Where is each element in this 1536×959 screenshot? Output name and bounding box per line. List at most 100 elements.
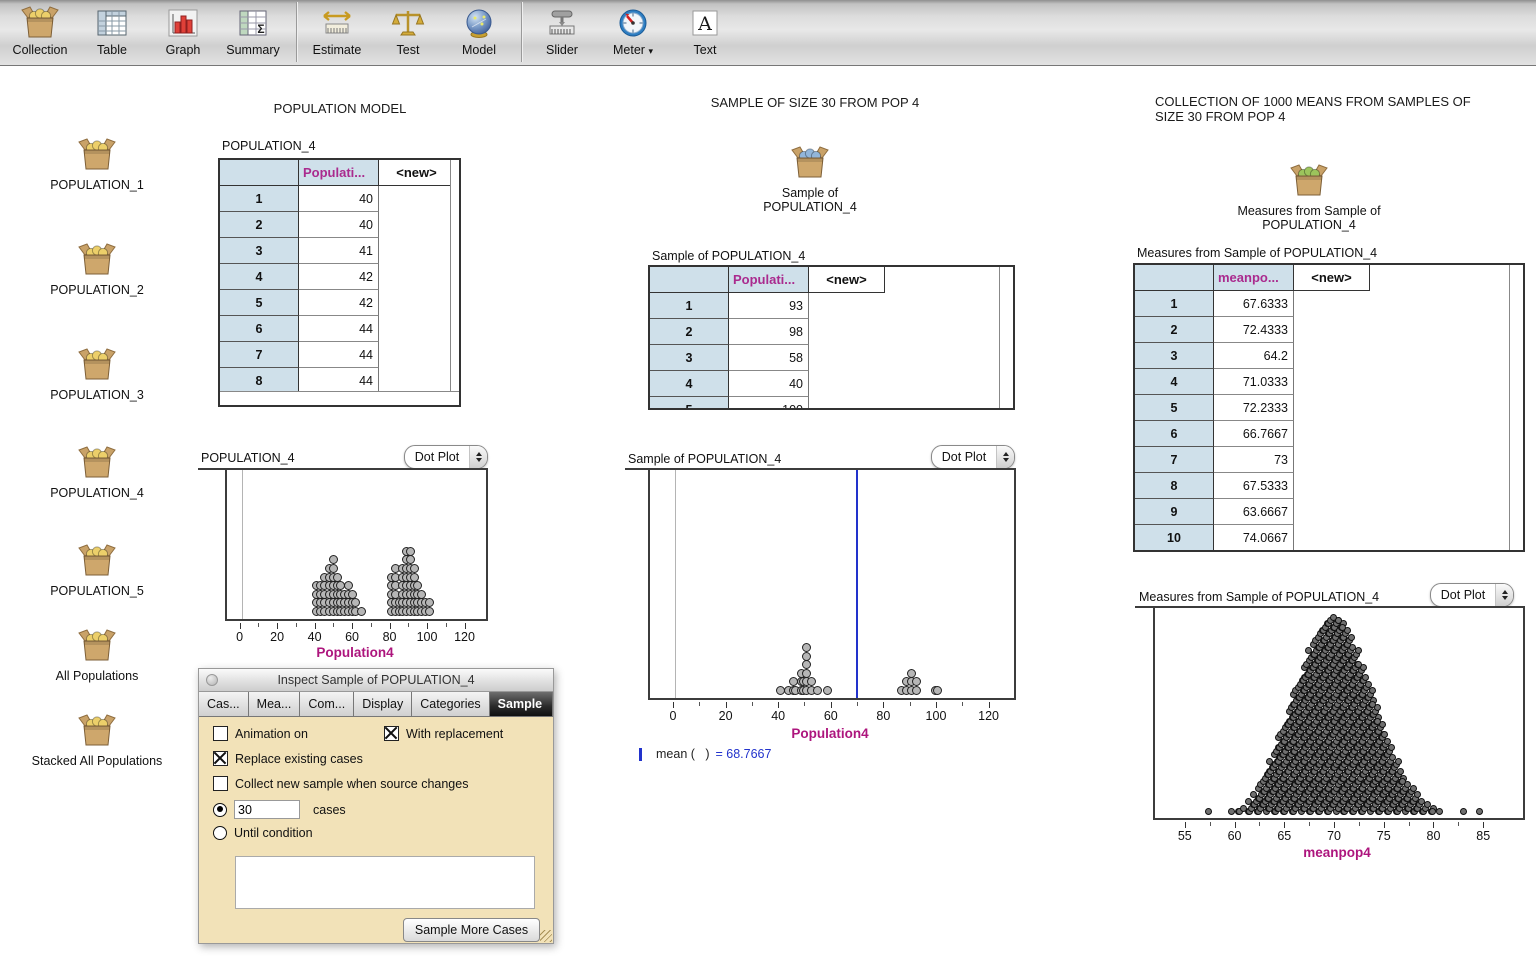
cases-count-radio[interactable] — [213, 803, 227, 817]
until-condition-radio[interactable] — [213, 826, 227, 840]
collection-population-4[interactable]: POPULATION_4 — [27, 446, 167, 500]
value-cell[interactable]: 74.0667 — [1214, 525, 1294, 551]
data-point-dot[interactable] — [933, 686, 942, 695]
collection-sample-of-population-4[interactable]: Sample of POPULATION_4 — [735, 146, 885, 214]
collection-population-5[interactable]: POPULATION_5 — [27, 544, 167, 598]
data-point-dot[interactable] — [1460, 808, 1467, 815]
vertical-scrollbar[interactable] — [450, 160, 459, 392]
collection-population-3[interactable]: POPULATION_3 — [27, 348, 167, 402]
resize-grip[interactable] — [540, 930, 552, 942]
value-cell[interactable]: 40 — [299, 212, 379, 238]
data-point-dot[interactable] — [1381, 731, 1388, 738]
data-point-dot[interactable] — [344, 581, 353, 590]
data-point-dot[interactable] — [1369, 687, 1376, 694]
collection-stacked-all-populations[interactable]: Stacked All Populations — [27, 714, 167, 768]
horizontal-scrollbar[interactable] — [220, 391, 459, 405]
close-icon[interactable] — [206, 674, 218, 686]
new-attribute-cell[interactable]: <new> — [379, 160, 455, 186]
data-point-dot[interactable] — [406, 547, 415, 556]
toolbar-meter-button[interactable]: Meter ▾ — [600, 3, 666, 57]
value-cell[interactable]: 71.0333 — [1214, 369, 1294, 395]
collect-new-sample-checkbox[interactable] — [213, 776, 228, 791]
with-replacement-checkbox[interactable] — [384, 726, 399, 741]
data-point-dot[interactable] — [1355, 661, 1362, 668]
data-point-dot[interactable] — [1374, 718, 1381, 725]
inspector-title-bar[interactable]: Inspect Sample of POPULATION_4 — [199, 669, 553, 692]
data-point-dot[interactable] — [1205, 808, 1212, 815]
data-point-dot[interactable] — [1476, 808, 1483, 815]
value-cell[interactable]: 58 — [729, 345, 809, 371]
mean-value-line[interactable] — [856, 470, 858, 698]
data-point-dot[interactable] — [1395, 758, 1402, 765]
x-axis-label[interactable]: meanpop4 — [1303, 845, 1371, 860]
data-point-dot[interactable] — [802, 652, 811, 661]
value-cell[interactable]: 67.6333 — [1214, 291, 1294, 317]
plot-area[interactable] — [1153, 606, 1525, 820]
inspector-window[interactable]: Inspect Sample of POPULATION_4 Cas... Me… — [198, 668, 554, 944]
x-axis-label[interactable]: Population4 — [316, 645, 393, 660]
plot-type-selector[interactable]: Dot Plot — [1430, 583, 1514, 607]
value-cell[interactable]: 44 — [299, 342, 379, 368]
value-cell[interactable]: 64.2 — [1214, 343, 1294, 369]
plot-type-selector[interactable]: Dot Plot — [404, 445, 488, 469]
data-point-dot[interactable] — [351, 598, 360, 607]
data-point-dot[interactable] — [329, 564, 338, 573]
toolbar-test-button[interactable]: Test — [375, 3, 441, 57]
data-point-dot[interactable] — [813, 686, 822, 695]
value-cell[interactable]: 100 — [729, 397, 809, 410]
data-point-dot[interactable] — [1436, 808, 1443, 815]
value-cell[interactable]: 67.5333 — [1214, 473, 1294, 499]
tab-display[interactable]: Display — [354, 692, 412, 717]
new-attribute-cell[interactable]: <new> — [1294, 265, 1370, 291]
graph-population-4[interactable]: POPULATION_4 Dot Plot 020406080100120 Po… — [198, 445, 490, 675]
graph-sample-of-population-4[interactable]: Sample of POPULATION_4 Dot Plot 02040608… — [625, 445, 1017, 767]
data-point-dot[interactable] — [802, 643, 811, 652]
toolbar-estimate-button[interactable]: Estimate — [304, 3, 370, 57]
graph-measures-from-sample[interactable]: Measures from Sample of POPULATION_4 Dot… — [1135, 583, 1527, 861]
value-cell[interactable]: 66.7667 — [1214, 421, 1294, 447]
value-cell[interactable]: 98 — [729, 319, 809, 345]
data-point-dot[interactable] — [1397, 768, 1404, 775]
replace-existing-cases-checkbox[interactable] — [213, 751, 228, 766]
data-point-dot[interactable] — [912, 686, 921, 695]
value-cell[interactable]: 41 — [299, 238, 379, 264]
data-point-dot[interactable] — [425, 607, 434, 616]
value-cell[interactable]: 72.4333 — [1214, 317, 1294, 343]
toolbar-text-button[interactable]: A Text — [672, 3, 738, 57]
header-population-model[interactable]: POPULATION MODEL — [250, 101, 430, 116]
data-point-dot[interactable] — [1355, 647, 1362, 654]
header-collection-of-1000-means[interactable]: COLLECTION OF 1000 MEANS FROM SAMPLES OF… — [1155, 94, 1479, 124]
value-cell[interactable]: 93 — [729, 293, 809, 319]
data-point-dot[interactable] — [1362, 674, 1369, 681]
value-cell[interactable]: 42 — [299, 290, 379, 316]
data-point-dot[interactable] — [912, 677, 921, 686]
tab-measures[interactable]: Mea... — [249, 692, 301, 717]
data-point-dot[interactable] — [1399, 778, 1406, 785]
toolbar-model-button[interactable]: Model — [446, 3, 512, 57]
value-cell[interactable]: 40 — [299, 186, 379, 212]
new-attribute-cell[interactable]: <new> — [809, 267, 885, 293]
plot-type-selector[interactable]: Dot Plot — [931, 445, 1015, 469]
collection-all-populations[interactable]: All Populations — [27, 629, 167, 683]
plot-area[interactable] — [225, 468, 488, 621]
toolbar-slider-button[interactable]: Slider — [529, 3, 595, 57]
data-point-dot[interactable] — [823, 686, 832, 695]
tab-cases[interactable]: Cas... — [199, 692, 249, 717]
until-condition-formula-field[interactable] — [235, 856, 535, 909]
toolbar-table-button[interactable]: Table — [79, 3, 145, 57]
attribute-header-cell[interactable]: meanpo... — [1214, 265, 1294, 291]
value-cell[interactable]: 73 — [1214, 447, 1294, 473]
vertical-scrollbar[interactable] — [1509, 265, 1523, 550]
value-cell[interactable]: 44 — [299, 316, 379, 342]
toolbar-graph-button[interactable]: Graph — [150, 3, 216, 57]
tab-comments[interactable]: Com... — [300, 692, 354, 717]
case-table-measures-from-sample[interactable]: meanpo...<new>167.6333272.4333364.2471.0… — [1133, 263, 1525, 552]
data-point-dot[interactable] — [802, 660, 811, 669]
data-point-dot[interactable] — [357, 607, 366, 616]
data-point-dot[interactable] — [1228, 808, 1235, 815]
toolbar-summary-button[interactable]: Σ Summary — [220, 3, 286, 57]
sample-more-cases-button[interactable]: Sample More Cases — [403, 918, 540, 942]
value-cell[interactable]: 63.6667 — [1214, 499, 1294, 525]
collection-population-2[interactable]: POPULATION_2 — [27, 243, 167, 297]
x-axis-label[interactable]: Population4 — [791, 726, 868, 741]
